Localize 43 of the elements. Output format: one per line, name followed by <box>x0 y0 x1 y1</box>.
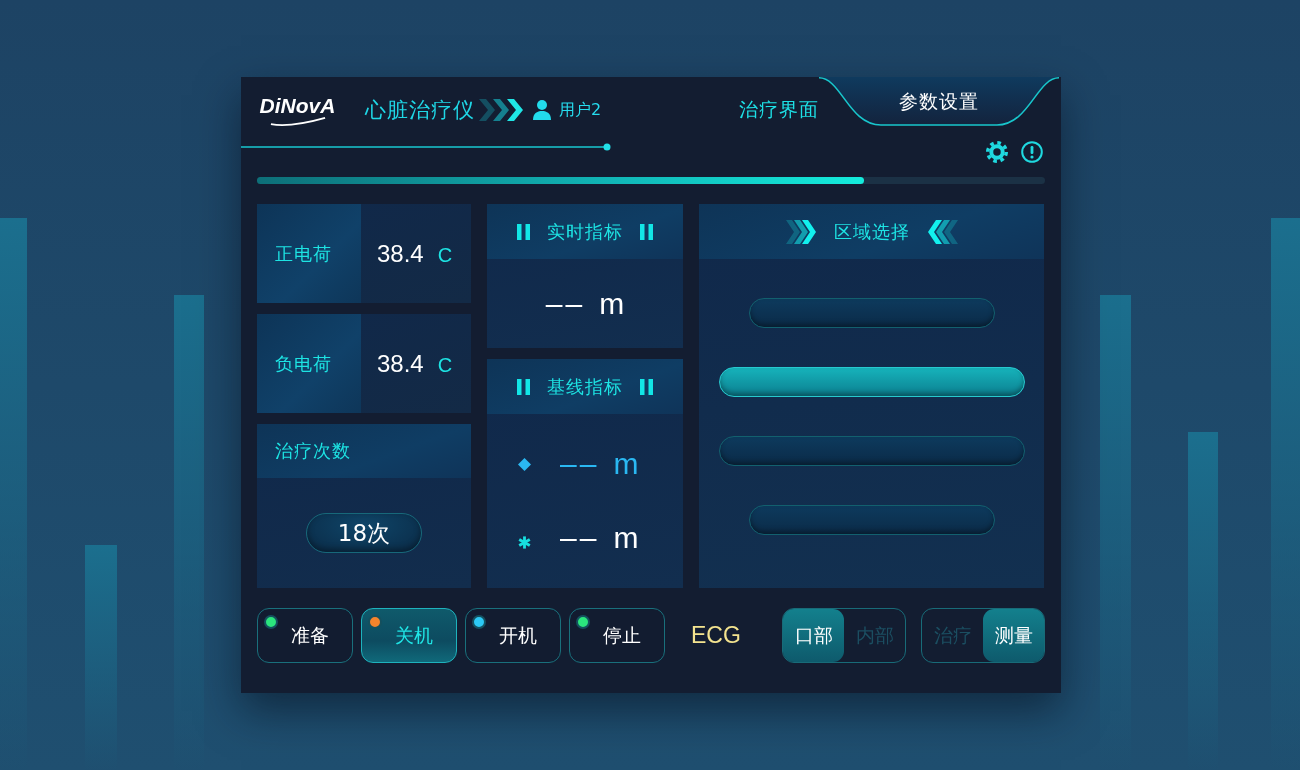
realtime-value: –– <box>545 286 586 321</box>
settings-icon[interactable] <box>986 141 1008 163</box>
charge-label: 负电荷 <box>275 351 332 376</box>
user-icon <box>533 100 551 120</box>
charge-unit: C <box>437 353 453 377</box>
count-display: 18次 <box>306 513 422 553</box>
charge-unit: C <box>437 243 453 267</box>
tab[interactable]: 治疗界面 <box>731 77 819 123</box>
alert-icon[interactable] <box>1021 141 1043 163</box>
status-button[interactable]: 准备 <box>257 608 353 663</box>
count-title: 治疗次数 <box>275 439 351 463</box>
baseline-unit: m <box>613 447 639 481</box>
pause-icon <box>517 378 530 395</box>
charge-value: 38.4 <box>377 239 424 268</box>
status-button[interactable]: 停止 <box>569 608 665 663</box>
charge-label: 正电荷 <box>275 241 332 266</box>
region-title: 区域选择 <box>833 219 910 244</box>
asterisk-icon <box>516 534 532 550</box>
status-button[interactable]: 开机 <box>465 608 561 663</box>
tab[interactable]: 参数设置 <box>819 77 1059 127</box>
region-option[interactable] <box>718 367 1025 397</box>
realtime-unit: m <box>599 286 625 321</box>
mode-label: ECG <box>691 622 741 649</box>
chevrons-right-icon <box>785 219 816 244</box>
segment-option[interactable]: 口部 <box>783 609 844 662</box>
baseline-value: –– <box>560 447 600 481</box>
pause-icon <box>517 223 530 240</box>
status-button[interactable]: 关机 <box>361 608 457 663</box>
pause-icon <box>640 223 653 240</box>
user-name: 用户2 <box>559 99 602 121</box>
realtime-title: 实时指标 <box>547 219 623 244</box>
logo-text: DiNovA <box>259 94 336 117</box>
swoosh-icon <box>269 117 326 126</box>
segment-option[interactable]: 测量 <box>983 609 1044 662</box>
diamond-icon <box>517 457 531 471</box>
chevrons-left-icon <box>927 219 958 244</box>
chevrons-icon <box>479 99 523 121</box>
baseline-title: 基线指标 <box>547 374 623 399</box>
pause-icon <box>640 378 653 395</box>
baseline-unit: m <box>613 521 639 555</box>
baseline-value: –– <box>560 521 600 555</box>
charge-value: 38.4 <box>377 349 424 378</box>
app-title: 心脏治疗仪 <box>365 97 475 124</box>
